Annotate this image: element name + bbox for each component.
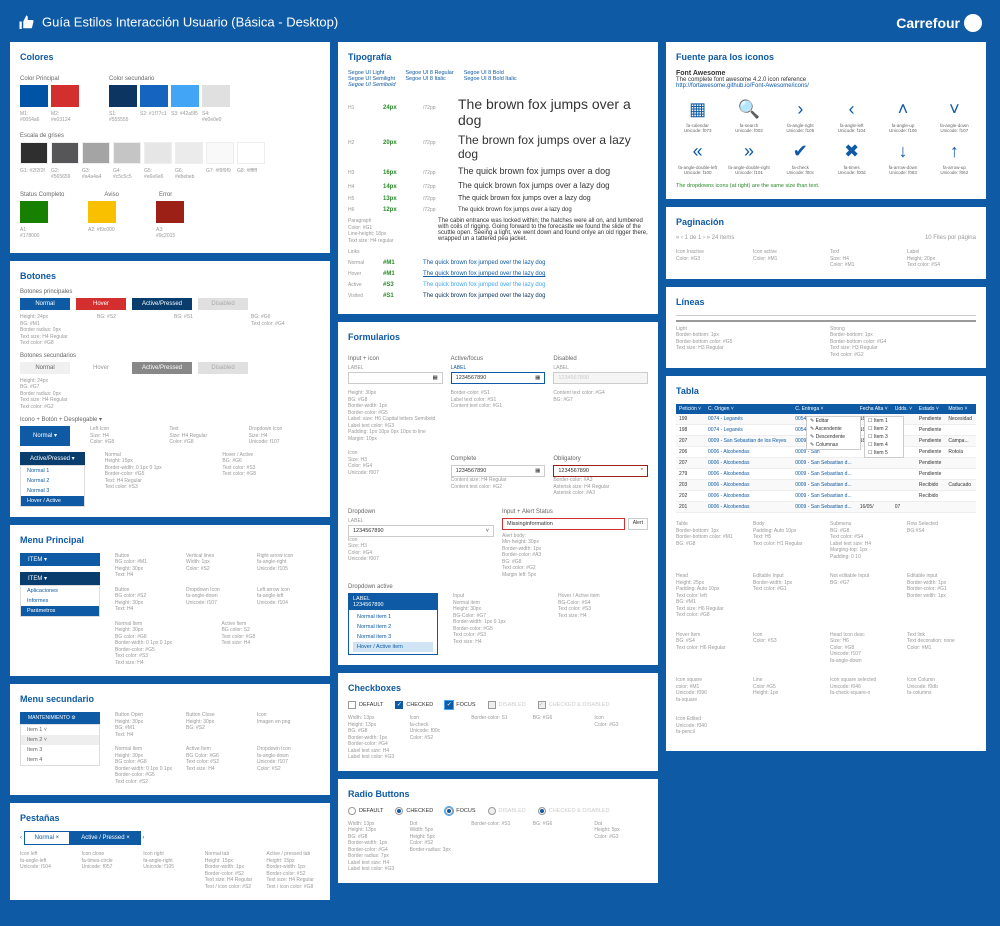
alert-badge: Alert — [628, 518, 648, 530]
thumbs-up-icon — [18, 14, 36, 32]
carrefour-icon — [964, 14, 982, 32]
typo-card: Tipografía Segoe UI LightSegoe UI Semili… — [338, 42, 658, 314]
menu2-card: Menu secundario MANTENIMIENTO ⚙ Item 1 ˅… — [10, 684, 330, 795]
fa-angle-up-icon: ˄ — [881, 99, 924, 120]
link-active[interactable]: The quick brown fox jumped over the lazy… — [423, 282, 545, 288]
link-hover[interactable]: The quick brown fox jumped over the lazy… — [423, 271, 545, 277]
input-disabled: 1234567890 — [553, 372, 648, 384]
input-alert[interactable]: Missinginformation — [502, 518, 625, 530]
table-items[interactable]: ☐ Item 1☐ Item 2☐ Item 3☐ Item 4☐ Item 5 — [864, 416, 904, 458]
tabs-card: Pestañas ‹ Normal ×Active / Pressed × › … — [10, 803, 330, 900]
tab-active[interactable]: Active / Pressed × — [70, 831, 141, 845]
card-title: Colores — [20, 52, 320, 62]
chk-focus[interactable]: ✓FOCUS — [445, 701, 475, 709]
chk-both: ✓CHECKED & DISABLED — [538, 701, 610, 709]
btn-sec-disabled: Disabled — [198, 362, 248, 374]
menu-submenu[interactable]: AplicacionesInformesParámetros — [20, 585, 100, 617]
combo-dropdown[interactable]: Normal 1Normal 2Normal 3Hover / Active — [20, 465, 85, 507]
pagination[interactable]: « ‹ 1 de 1 › » 24 items10 Files por pági… — [676, 235, 976, 241]
tabla-card: Tabla Petición ˅C. Origen ˅C. Entrega ˅F… — [666, 376, 986, 751]
radio-card: Radio Buttons DEFAULT CHECKED FOCUS DISA… — [338, 779, 658, 883]
btn-disabled: Disabled — [198, 298, 248, 310]
input-icon[interactable]: ▦ — [348, 372, 443, 384]
fa-arrow-down-icon: ↓ — [881, 141, 924, 162]
table-submenu[interactable]: ✎ Editar✎ Ascendente✎ Descendente✎ Colum… — [806, 416, 861, 450]
btn-sec-active[interactable]: Active/Pressed — [132, 362, 192, 374]
link-visited[interactable]: The quick brown fox jumped over the lazy… — [423, 293, 545, 299]
fa-times-icon: ✖ — [830, 141, 873, 162]
page-header: Guía Estilos Interacción Usuario (Básica… — [10, 10, 990, 42]
menu-item-active[interactable]: ITEM ▾ — [20, 572, 100, 585]
dropdown-active[interactable]: LABEL1234567890 Normal item 1Normal item… — [348, 593, 438, 655]
radio-default[interactable]: DEFAULT — [348, 807, 383, 815]
lineas-card: Líneas Light Border-bottom: 1px Border-b… — [666, 287, 986, 369]
fa-check-icon: ✔ — [779, 141, 822, 162]
fa-angle-down-icon: ˅ — [933, 99, 976, 120]
line-light — [676, 315, 976, 316]
input-complete[interactable]: 1234567890▦ — [451, 465, 546, 477]
btn-sec-hover[interactable]: Hover — [76, 362, 126, 374]
iconos-card: Fuente para los iconos Font Awesome The … — [666, 42, 986, 199]
fa-angle-double-left-icon: « — [676, 141, 719, 162]
fa-link[interactable]: http://fortawesome.github.io/Font-Awesom… — [676, 83, 809, 89]
menu-item[interactable]: ITEM ▾ — [20, 553, 100, 566]
input-focus[interactable]: 1234567890▦ — [451, 372, 546, 384]
fa-angle-double-right-icon: » — [727, 141, 770, 162]
calendar-icon: ▦ — [432, 375, 437, 381]
fa-angle-right-icon: › — [779, 99, 822, 120]
chk-disabled: DISABLED — [488, 701, 526, 709]
btn-hover[interactable]: Hover — [76, 298, 126, 310]
pag-card: Paginación « ‹ 1 de 1 › » 24 items10 Fil… — [666, 207, 986, 279]
brand-logo: Carrefour — [896, 14, 982, 32]
chk-default[interactable]: DEFAULT — [348, 701, 383, 709]
btn-normal[interactable]: Normal — [20, 298, 70, 310]
fa-calendar-icon: ▦ — [676, 99, 719, 120]
page-title: Guía Estilos Interacción Usuario (Básica… — [18, 14, 338, 32]
checkbox-card: Checkboxes DEFAULT ✓CHECKED ✓FOCUS DISAB… — [338, 673, 658, 771]
btn-sec-normal[interactable]: Normal — [20, 362, 70, 374]
radio-checked[interactable]: CHECKED — [395, 807, 433, 815]
menu2-items[interactable]: Item 1 ˅Item 2 ˅Item 3 Item 4 — [20, 724, 100, 766]
link-normal[interactable]: The quick brown fox jumped over the lazy… — [423, 260, 545, 266]
chk-checked[interactable]: ✓CHECKED — [395, 701, 433, 709]
botones-card: Botones Botones principales Normal Hover… — [10, 261, 330, 517]
dropdown[interactable]: 1234567890˅ — [348, 525, 494, 537]
combo-active[interactable]: Active/Pressed ▾ — [20, 452, 85, 465]
radio-focus[interactable]: FOCUS — [445, 807, 475, 815]
fa-arrow-up-icon: ↑ — [933, 141, 976, 162]
forms-card: Formularios Input + iconLABEL▦ Active/fo… — [338, 322, 658, 665]
fa-search-icon: 🔍 — [727, 99, 770, 120]
line-strong — [676, 320, 976, 322]
calendar-icon: ▦ — [535, 375, 540, 381]
tab-normal[interactable]: Normal × — [24, 831, 71, 845]
combo-normal[interactable]: Normal ▾ — [20, 426, 70, 446]
fa-angle-left-icon: ‹ — [830, 99, 873, 120]
menu-card: Menu Principal ITEM ▾ ITEM ▾ Aplicacione… — [10, 525, 330, 677]
input-obligatory[interactable]: 1234567890* — [553, 465, 648, 477]
menu2-btn[interactable]: MANTENIMIENTO ⚙ — [20, 712, 100, 724]
colores-card: Colores Color Principal M1: #0054a6M2: #… — [10, 42, 330, 253]
chevron-down-icon: ˅ — [486, 528, 489, 534]
radio-both: CHECKED & DISABLED — [538, 807, 610, 815]
btn-active[interactable]: Active/Pressed — [132, 298, 192, 310]
radio-disabled: DISABLED — [488, 807, 526, 815]
